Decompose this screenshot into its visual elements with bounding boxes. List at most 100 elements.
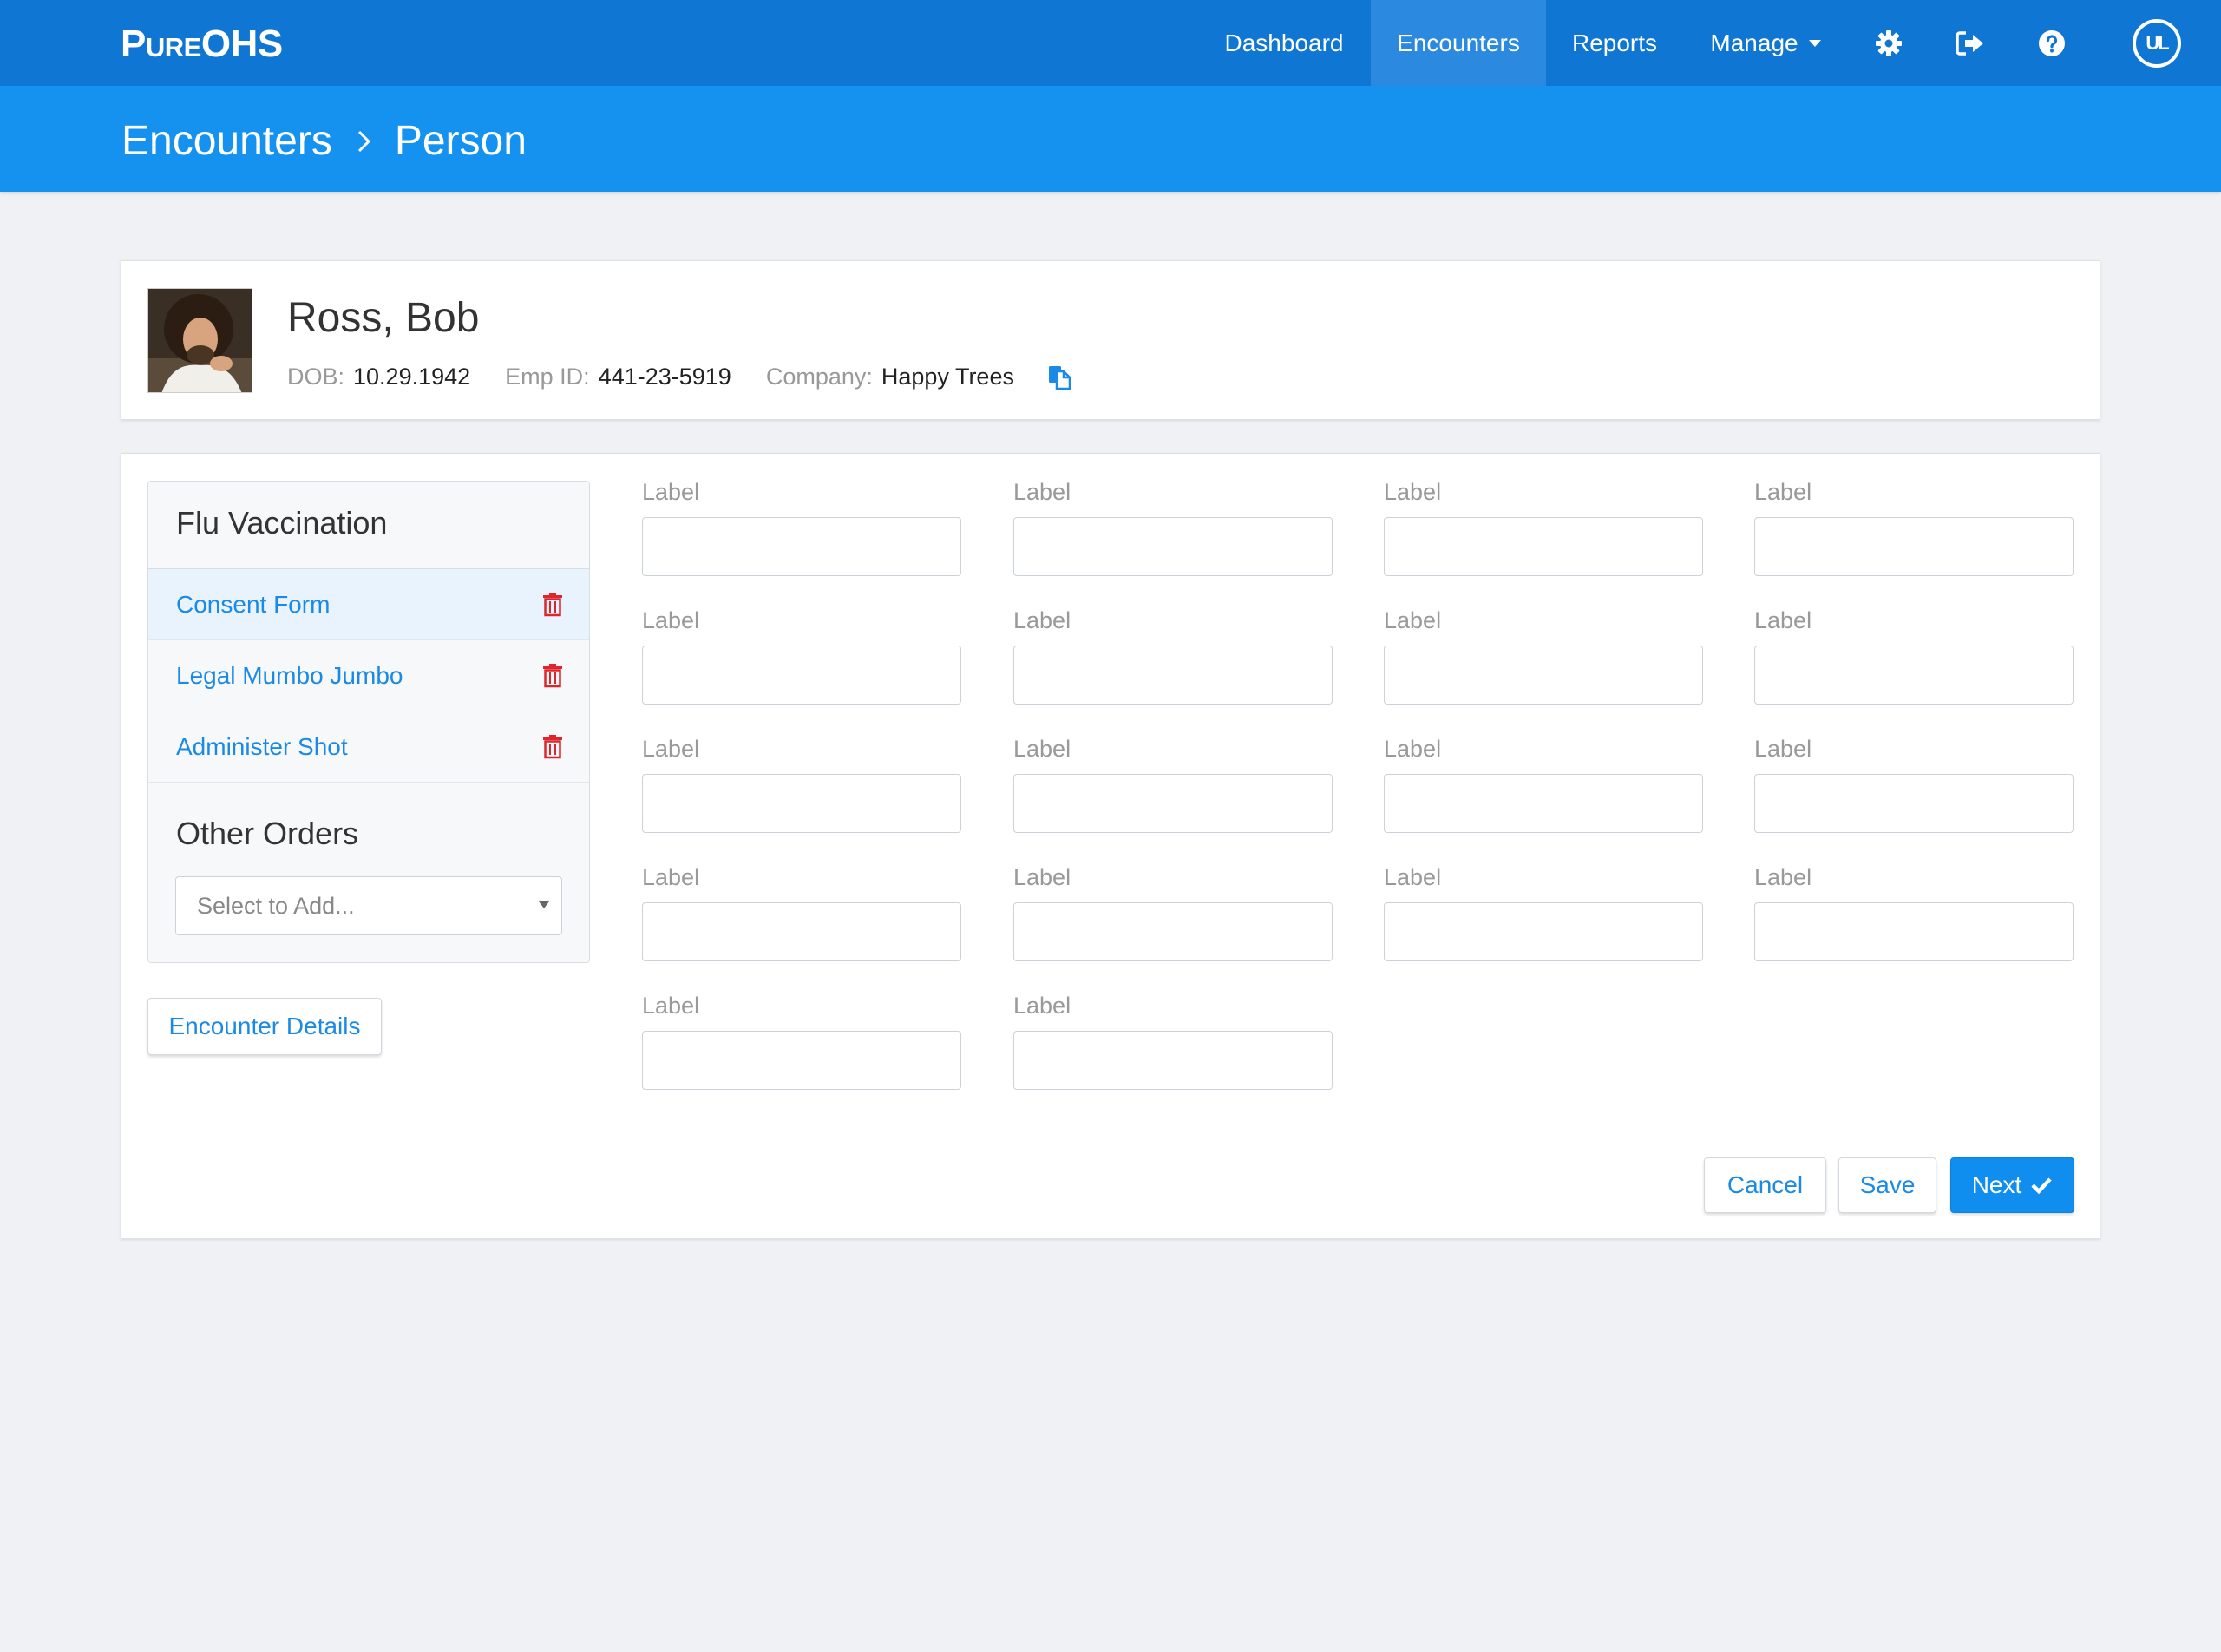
field-input[interactable] xyxy=(642,646,961,705)
chevron-right-icon xyxy=(357,129,372,154)
form-field: Label xyxy=(1013,993,1333,1090)
order-item-legal-mumbo-jumbo[interactable]: Legal Mumbo Jumbo xyxy=(148,640,589,711)
other-orders-title: Other Orders xyxy=(176,816,359,851)
top-navbar: PureOHS Dashboard Encounters Reports Man… xyxy=(0,0,2221,86)
dob-value: 10.29.1942 xyxy=(353,364,471,390)
breadcrumb-person: Person xyxy=(394,118,527,164)
form-field: Label xyxy=(1754,479,2074,576)
nav-dashboard[interactable]: Dashboard xyxy=(1197,0,1371,86)
field-input[interactable] xyxy=(1013,1031,1333,1090)
cancel-button[interactable]: Cancel xyxy=(1704,1157,1826,1213)
order-item-consent-form[interactable]: Consent Form xyxy=(148,569,589,640)
next-button[interactable]: Next xyxy=(1950,1157,2074,1213)
company-label: Company: xyxy=(765,364,873,390)
nav-encounters-label: Encounters xyxy=(1397,29,1520,56)
form-field: Label xyxy=(1013,607,1333,705)
field-label: Label xyxy=(1013,993,1071,1019)
field-label: Label xyxy=(1754,864,1812,890)
ul-logo-text: UL xyxy=(2146,31,2169,54)
encounter-card: Flu Vaccination Consent Form Legal Mumbo… xyxy=(121,453,2100,1239)
select-placeholder: Select to Add... xyxy=(197,893,355,919)
save-button[interactable]: Save xyxy=(1838,1157,1936,1213)
ul-brand-button[interactable]: UL xyxy=(2093,0,2221,86)
help-button[interactable] xyxy=(2011,0,2093,86)
nav-manage-dropdown[interactable]: Manage xyxy=(1683,0,1848,86)
order-item-label: Consent Form xyxy=(176,590,331,618)
field-input[interactable] xyxy=(1013,646,1333,705)
sign-out-icon xyxy=(1956,30,1983,56)
save-label: Save xyxy=(1859,1171,1916,1198)
nav-reports[interactable]: Reports xyxy=(1546,0,1683,86)
field-label: Label xyxy=(1384,864,1442,890)
orders-panel: Flu Vaccination Consent Form Legal Mumbo… xyxy=(147,481,590,963)
form-field: Label xyxy=(1754,736,2074,833)
avatar xyxy=(147,288,252,393)
form-field: Label xyxy=(1013,736,1333,833)
other-orders-select[interactable]: Select to Add... xyxy=(175,876,562,935)
caret-down-icon xyxy=(539,901,549,908)
field-input[interactable] xyxy=(1754,902,2074,961)
form-field: Label xyxy=(642,479,961,576)
field-input[interactable] xyxy=(1013,902,1333,961)
field-label: Label xyxy=(1754,607,1812,633)
trash-icon[interactable] xyxy=(542,593,563,617)
copy-icon[interactable] xyxy=(1047,364,1071,390)
form-field: Label xyxy=(642,607,961,705)
nav-reports-label: Reports xyxy=(1571,29,1658,56)
encounter-details-button[interactable]: Encounter Details xyxy=(147,998,382,1055)
field-input[interactable] xyxy=(642,774,961,833)
form-field: Label xyxy=(642,993,961,1090)
field-label: Label xyxy=(642,993,700,1019)
cancel-label: Cancel xyxy=(1726,1171,1804,1198)
person-name: Ross, Bob xyxy=(287,295,480,341)
nav-manage-label: Manage xyxy=(1710,29,1798,56)
order-item-administer-shot[interactable]: Administer Shot xyxy=(148,711,589,783)
field-label: Label xyxy=(1013,864,1071,890)
field-input[interactable] xyxy=(642,902,961,961)
emp-id-label: Emp ID: xyxy=(505,364,590,390)
logo-text-ohs: OHS xyxy=(200,23,283,65)
form-field: Label xyxy=(1754,607,2074,705)
trash-icon[interactable] xyxy=(542,664,563,688)
dob-label: DOB: xyxy=(287,364,345,390)
person-card: Ross, Bob DOB: 10.29.1942 Emp ID: 441-23… xyxy=(121,260,2100,420)
field-input[interactable] xyxy=(642,1031,961,1090)
field-input[interactable] xyxy=(1384,646,1703,705)
form-field: Label xyxy=(642,736,961,833)
breadcrumb-encounters[interactable]: Encounters xyxy=(121,117,332,165)
field-label: Label xyxy=(1754,736,1812,762)
trash-icon[interactable] xyxy=(542,735,563,759)
help-icon xyxy=(2039,30,2065,56)
app-logo[interactable]: PureOHS xyxy=(121,23,283,66)
field-label: Label xyxy=(1384,607,1442,633)
settings-button[interactable] xyxy=(1848,0,1929,86)
field-input[interactable] xyxy=(642,517,961,576)
order-item-label: Legal Mumbo Jumbo xyxy=(176,661,403,689)
field-label: Label xyxy=(642,864,700,890)
field-input[interactable] xyxy=(1384,902,1703,961)
field-input[interactable] xyxy=(1754,517,2074,576)
form-field: Label xyxy=(1384,864,1703,961)
field-input[interactable] xyxy=(1754,646,2074,705)
next-label: Next xyxy=(1971,1171,2022,1198)
sign-out-button[interactable] xyxy=(1929,0,2011,86)
field-label: Label xyxy=(1754,479,1812,505)
field-label: Label xyxy=(1013,607,1071,633)
field-label: Label xyxy=(1013,736,1071,762)
field-input[interactable] xyxy=(1754,774,2074,833)
orders-title: Flu Vaccination xyxy=(148,482,589,569)
field-label: Label xyxy=(642,479,700,505)
form-field: Label xyxy=(1013,864,1333,961)
field-input[interactable] xyxy=(1384,517,1703,576)
chevron-down-icon xyxy=(1808,39,1821,47)
form-field: Label xyxy=(1384,479,1703,576)
field-label: Label xyxy=(1384,736,1442,762)
person-meta: DOB: 10.29.1942 Emp ID: 441-23-5919 Comp… xyxy=(287,364,1071,390)
form-field: Label xyxy=(1384,607,1703,705)
nav-encounters[interactable]: Encounters xyxy=(1371,0,1546,86)
field-input[interactable] xyxy=(1013,774,1333,833)
field-input[interactable] xyxy=(1384,774,1703,833)
form-field: Label xyxy=(1384,736,1703,833)
nav-menu: Dashboard Encounters Reports Manage UL xyxy=(1197,0,2221,86)
field-input[interactable] xyxy=(1013,517,1333,576)
